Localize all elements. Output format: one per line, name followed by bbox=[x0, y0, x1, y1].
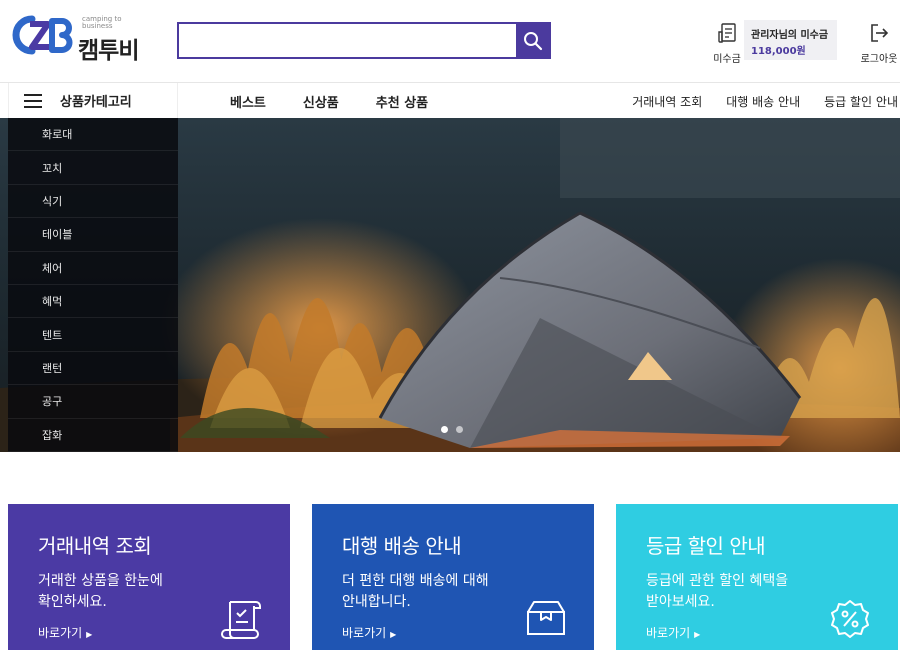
card-description: 더 편한 대행 배송에 대해 안내합니다. bbox=[342, 573, 489, 610]
slider-dot[interactable] bbox=[441, 426, 448, 433]
card-transactions[interactable]: 거래내역 조회 거래한 상품을 한눈에 확인하세요. 바로가기 ▶ bbox=[8, 504, 290, 650]
site-logo[interactable]: camping to business 캠투비 bbox=[8, 12, 168, 64]
category-item-tools[interactable]: 공구 bbox=[8, 385, 178, 419]
unpaid-button[interactable]: 미수금 bbox=[708, 22, 746, 65]
card-title: 거래내역 조회 bbox=[38, 534, 152, 558]
slider-pagination bbox=[441, 426, 471, 433]
card-link[interactable]: 바로가기 ▶ bbox=[646, 624, 700, 641]
category-item-chair[interactable]: 체어 bbox=[8, 252, 178, 285]
logout-button[interactable]: 로그아웃 bbox=[858, 22, 900, 65]
card-shipping[interactable]: 대행 배송 안내 더 편한 대행 배송에 대해 안내합니다. 바로가기 ▶ bbox=[312, 504, 594, 650]
debt-amount: 118,000원 bbox=[751, 46, 806, 57]
search-button[interactable] bbox=[516, 24, 549, 57]
logout-label: 로그아웃 bbox=[860, 54, 898, 65]
slider-dot[interactable] bbox=[456, 426, 463, 433]
category-item-fire-pit[interactable]: 화로대 bbox=[8, 118, 178, 152]
hero-banner: 화로대 꼬치 식기 테이블 체어 혜먹 텐트 랜턴 공구 잡화 bbox=[0, 118, 900, 452]
category-item-lantern[interactable]: 랜턴 bbox=[8, 352, 178, 386]
category-item-misc[interactable]: 잡화 bbox=[8, 419, 178, 452]
nav-link-best[interactable]: 베스트 bbox=[230, 92, 266, 111]
search-icon bbox=[523, 31, 542, 50]
box-icon bbox=[527, 601, 565, 635]
nav-link-transactions[interactable]: 거래내역 조회 bbox=[632, 93, 702, 110]
category-menu-toggle[interactable]: 상품카테고리 bbox=[8, 83, 178, 118]
main-nav: 상품카테고리 베스트 신상품 추천 상품 거래내역 조회 대행 배송 안내 등급… bbox=[0, 82, 900, 118]
category-item-skewer[interactable]: 꼬치 bbox=[8, 151, 178, 185]
search-input[interactable] bbox=[179, 24, 516, 57]
category-menu-label: 상품카테고리 bbox=[60, 95, 132, 110]
debt-title: 관리자님의 미수금 bbox=[751, 30, 829, 41]
percent-badge-icon bbox=[831, 600, 869, 638]
nav-link-shipping[interactable]: 대행 배송 안내 bbox=[726, 93, 800, 110]
card-link[interactable]: 바로가기 ▶ bbox=[38, 624, 92, 641]
category-menu: 화로대 꼬치 식기 테이블 체어 혜먹 텐트 랜턴 공구 잡화 bbox=[8, 118, 178, 452]
card-title: 등급 할인 안내 bbox=[646, 534, 766, 558]
logout-icon bbox=[871, 24, 889, 42]
debt-summary: 관리자님의 미수금 118,000원 bbox=[744, 20, 837, 60]
category-item-tent[interactable]: 텐트 bbox=[8, 318, 178, 352]
nav-main-links: 베스트 신상품 추천 상품 bbox=[230, 92, 465, 111]
czb-logo-mark bbox=[12, 15, 73, 55]
card-description: 거래한 상품을 한눈에 확인하세요. bbox=[38, 573, 163, 610]
logo-brand-text: 캠투비 bbox=[78, 38, 139, 64]
triangle-right-icon: ▶ bbox=[390, 630, 397, 639]
triangle-right-icon: ▶ bbox=[694, 630, 701, 639]
receipt-icon bbox=[718, 23, 736, 43]
card-link[interactable]: 바로가기 ▶ bbox=[342, 624, 396, 641]
logo-tagline: camping to business bbox=[82, 15, 122, 30]
triangle-right-icon: ▶ bbox=[86, 630, 93, 639]
card-description: 등급에 관한 할인 혜택을 받아보세요. bbox=[646, 573, 789, 610]
category-item-hammock[interactable]: 혜먹 bbox=[8, 285, 178, 319]
card-title: 대행 배송 안내 bbox=[342, 534, 462, 558]
nav-link-grade-discount[interactable]: 등급 할인 안내 bbox=[824, 93, 898, 110]
document-check-icon bbox=[221, 601, 261, 639]
search-bar bbox=[177, 22, 551, 59]
nav-sub-links: 거래내역 조회 대행 배송 안내 등급 할인 안내 bbox=[608, 93, 898, 110]
site-header: camping to business 캠투비 미수금 관리자님의 미수금 11… bbox=[0, 0, 900, 82]
nav-link-recommended[interactable]: 추천 상품 bbox=[376, 92, 428, 111]
unpaid-label: 미수금 bbox=[713, 54, 741, 65]
category-item-table[interactable]: 테이블 bbox=[8, 218, 178, 252]
card-grade-discount[interactable]: 등급 할인 안내 등급에 관한 할인 혜택을 받아보세요. 바로가기 ▶ bbox=[616, 504, 898, 650]
hamburger-icon bbox=[24, 93, 42, 108]
nav-link-new[interactable]: 신상품 bbox=[303, 92, 339, 111]
category-item-tableware[interactable]: 식기 bbox=[8, 185, 178, 219]
